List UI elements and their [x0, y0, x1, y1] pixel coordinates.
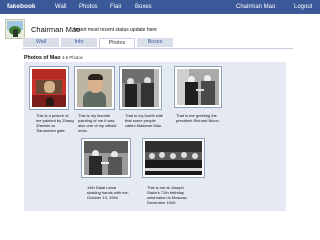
photo-image	[177, 69, 219, 105]
photo-thumbnail[interactable]	[119, 66, 162, 110]
photos-panel: This is a picture of me painted by Zhang…	[24, 62, 286, 211]
photo-caption: This is my favorite painting of me it wa…	[78, 113, 117, 133]
photo-image	[122, 69, 159, 107]
photo-thumbnail[interactable]	[142, 138, 205, 178]
nav-wall-link[interactable]: Wall	[55, 4, 66, 10]
photos-count: 4-6 Photos	[61, 55, 83, 60]
photo-thumbnail[interactable]	[74, 66, 115, 110]
profile-tabs: Wall Info Photos Boxes	[23, 38, 258, 48]
tab-info[interactable]: Info	[61, 38, 97, 47]
logout-link[interactable]: Logout	[294, 4, 312, 10]
tab-boxes[interactable]: Boxes	[137, 38, 173, 47]
tab-divider	[23, 47, 293, 49]
photo-image	[145, 141, 202, 175]
brand-logo[interactable]: fakebook	[7, 3, 36, 10]
photos-title: Photos of Mao	[24, 55, 61, 61]
photo-image	[77, 69, 112, 107]
nav-photos-link[interactable]: Photos	[79, 4, 98, 10]
photo-thumbnail[interactable]	[29, 66, 69, 110]
tab-photos[interactable]: Photos	[99, 38, 135, 48]
profile-name: Chairman Mao	[31, 25, 81, 34]
nav-boxes-link[interactable]: Boxes	[135, 4, 152, 10]
photos-section-title: Photos of Mao 4-6 Photos	[24, 55, 83, 61]
tab-wall[interactable]: Wall	[23, 38, 59, 47]
photo-image	[84, 141, 128, 175]
photo-caption: That is my fourth wife that some people …	[125, 113, 164, 128]
photo-thumbnail[interactable]	[174, 66, 222, 108]
photo-caption: 14th Dalai Lama shaking hands with me, O…	[87, 185, 129, 200]
top-navigation-bar: fakebook Wall Photos Flair Boxes Chairma…	[0, 0, 320, 14]
profile-avatar[interactable]	[5, 19, 25, 39]
nav-flair-link[interactable]: Flair	[110, 4, 122, 10]
status-update-prompt[interactable]: Insert most recent status update here	[74, 27, 157, 33]
photo-caption: This is me at Joseph Stalin's 71th birth…	[147, 185, 188, 205]
photo-caption: This is a picture of me painted by Zhang…	[36, 113, 74, 133]
photo-thumbnail[interactable]	[81, 138, 131, 178]
photo-image	[32, 69, 66, 107]
photo-caption: That is me greeting the president Richar…	[176, 113, 220, 123]
nav-user-link[interactable]: Chairman Mao	[236, 4, 275, 10]
